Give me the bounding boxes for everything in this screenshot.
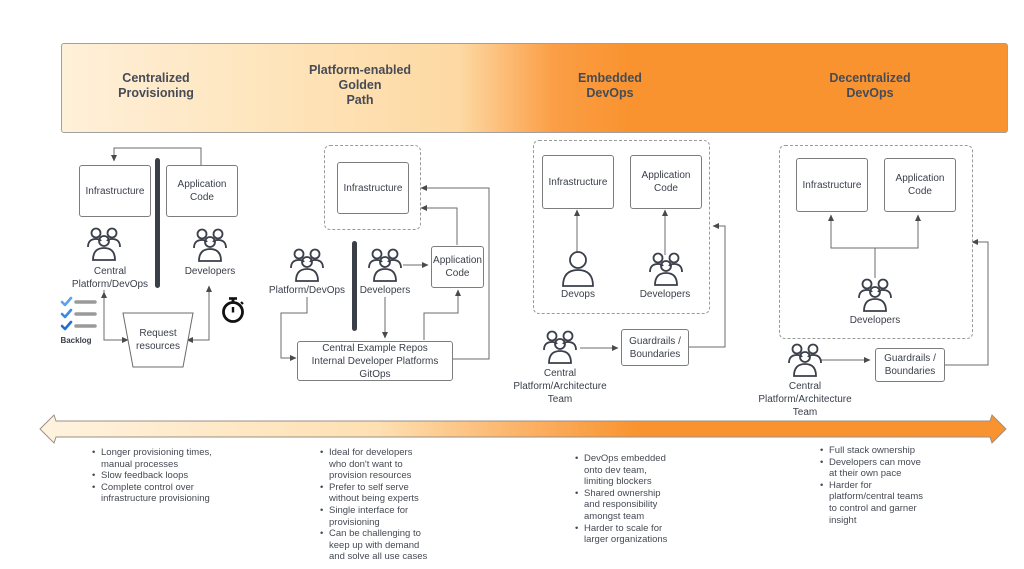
note-item: Ideal for developers who don't want to p…: [320, 447, 432, 482]
group-icon: [368, 248, 402, 282]
connector-appcode-to-infra: [420, 205, 458, 245]
notes-embedded: DevOps embedded onto dev team, limiting …: [575, 453, 679, 546]
note-item: Full stack ownership: [820, 445, 930, 457]
centralized-developers-label: Developers: [184, 266, 236, 277]
group-icon: [649, 252, 683, 286]
embedded-central-team-label: Central Platform/Architecture Team: [513, 368, 607, 405]
golden-path-developers-label: Developers: [359, 285, 411, 296]
notes-centralized: Longer provisioning times, manual proces…: [92, 447, 232, 505]
group-icon: [788, 343, 822, 377]
stopwatch-icon: [222, 297, 244, 323]
note-item: Developers can move at their own pace: [820, 457, 930, 480]
golden-path-team-label: Platform/DevOps: [268, 285, 346, 296]
group-icon: [290, 248, 324, 282]
note-item: Harder to scale for larger organizations: [575, 523, 679, 546]
group-icon: [193, 228, 227, 262]
embedded-devops-label: Devops: [561, 289, 595, 300]
note-item: Longer provisioning times, manual proces…: [92, 447, 232, 470]
person-icon: [562, 251, 594, 287]
golden-path-infrastructure-box: Infrastructure: [337, 162, 409, 214]
note-item: Complete control over infrastructure pro…: [92, 482, 232, 505]
centralized-infrastructure-box: Infrastructure: [79, 165, 151, 217]
golden-path-application-code-box: Application Code: [431, 246, 484, 288]
backlog-label: Backlog: [60, 336, 92, 345]
connector-repos-to-appcode: [423, 289, 461, 340]
checklist-icon: [60, 296, 97, 331]
embedded-infrastructure-box: Infrastructure: [542, 155, 614, 209]
notes-decentralized: Full stack ownership Developers can move…: [820, 445, 930, 526]
decentralized-application-code-box: Application Code: [884, 158, 956, 212]
note-item: Harder for platform/central teams to con…: [820, 480, 930, 526]
group-icon: [543, 330, 577, 364]
embedded-developers-label: Developers: [639, 289, 691, 300]
decentralized-developers-label: Developers: [849, 315, 901, 326]
note-item: Prefer to self serve without being exper…: [320, 482, 432, 505]
request-resources-label: Request resources: [136, 328, 180, 352]
note-item: DevOps embedded onto dev team, limiting …: [575, 453, 679, 488]
embedded-application-code-box: Application Code: [630, 155, 702, 209]
diagram-canvas: Centralized Provisioning Platform-enable…: [0, 0, 1024, 569]
notes-golden-path: Ideal for developers who don't want to p…: [320, 447, 432, 563]
note-item: Single interface for provisioning: [320, 505, 432, 528]
embedded-guardrails-box: Guardrails / Boundaries: [621, 329, 689, 366]
note-item: Can be challenging to keep up with deman…: [320, 528, 432, 563]
decentralized-guardrails-box: Guardrails / Boundaries: [875, 348, 945, 382]
group-icon: [858, 278, 892, 312]
centralized-team-label: Central Platform/DevOps: [71, 266, 149, 290]
note-item: Shared ownership and responsibility amon…: [575, 488, 679, 523]
note-item: Slow feedback loops: [92, 470, 232, 482]
golden-path-platform-box: Central Example Repos Internal Developer…: [297, 341, 453, 381]
group-icon: [87, 227, 121, 261]
centralized-application-code-box: Application Code: [166, 165, 238, 217]
decentralized-infrastructure-box: Infrastructure: [796, 158, 868, 212]
